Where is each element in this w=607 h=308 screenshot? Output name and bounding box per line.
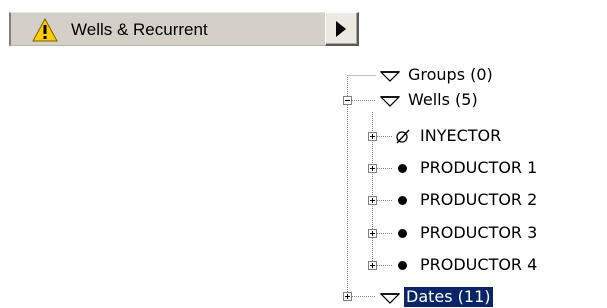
funnel-icon (380, 293, 400, 304)
tree-node-label: PRODUCTOR 2 (420, 190, 538, 209)
expand-toggle[interactable] (343, 292, 352, 301)
tree-node-label: Wells (5) (408, 90, 478, 109)
producer-well-icon (398, 229, 407, 238)
tree-node-dates[interactable]: Dates (11) (404, 286, 493, 308)
tree-node-label: Groups (0) (408, 65, 493, 84)
expand-toggle[interactable] (368, 261, 377, 270)
collapse-toggle[interactable] (343, 96, 352, 105)
tree-node-label: PRODUCTOR 4 (420, 255, 538, 274)
tree-node-label: PRODUCTOR 3 (420, 223, 538, 242)
expand-toggle[interactable] (368, 132, 377, 141)
tree-node-well[interactable]: PRODUCTOR 3 (418, 222, 539, 244)
well-tree: Groups (0) Wells (5) INYECTOR PRODUCTOR … (0, 0, 607, 308)
app-stage: Wells & Recurrent Groups (0) Wells (5) I… (0, 0, 607, 308)
tree-node-label: Dates (11) (404, 287, 493, 307)
injector-well-icon (396, 129, 410, 144)
tree-node-wells[interactable]: Wells (5) (406, 89, 480, 111)
producer-well-icon (398, 164, 407, 173)
funnel-icon (380, 71, 400, 82)
producer-well-icon (398, 196, 407, 205)
expand-toggle[interactable] (368, 229, 377, 238)
tree-node-well[interactable]: INYECTOR (418, 125, 503, 147)
tree-node-label: INYECTOR (420, 126, 502, 145)
tree-node-well[interactable]: PRODUCTOR 1 (418, 157, 539, 179)
tree-node-well[interactable]: PRODUCTOR 2 (418, 189, 539, 211)
expand-toggle[interactable] (368, 196, 377, 205)
tree-node-well[interactable]: PRODUCTOR 4 (418, 254, 539, 276)
tree-node-label: PRODUCTOR 1 (420, 158, 538, 177)
tree-node-groups[interactable]: Groups (0) (406, 64, 495, 86)
expand-toggle[interactable] (368, 164, 377, 173)
producer-well-icon (398, 261, 407, 270)
funnel-icon (380, 96, 400, 107)
